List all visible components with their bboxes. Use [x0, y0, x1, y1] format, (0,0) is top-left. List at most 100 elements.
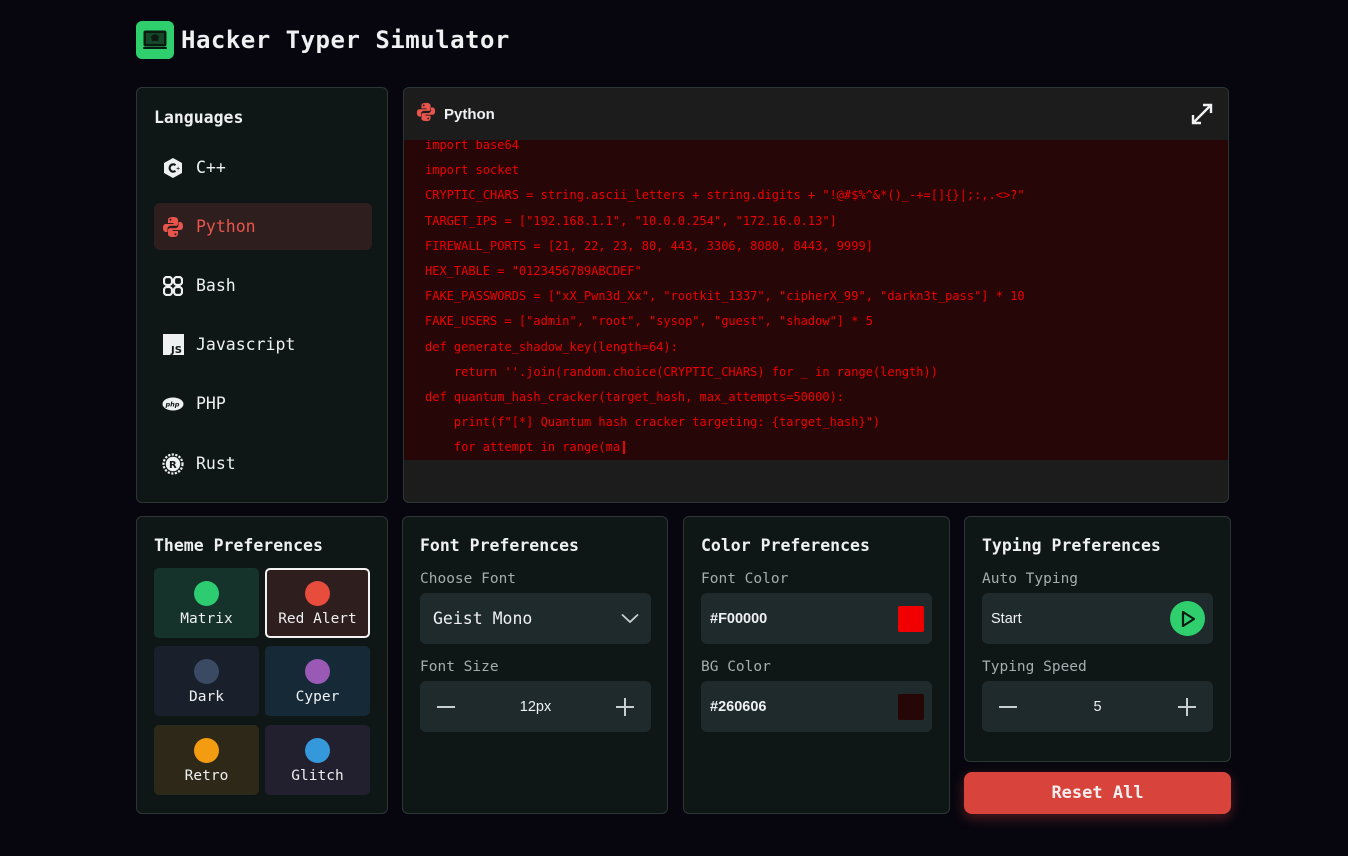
- code-line: import base64: [425, 140, 519, 152]
- code-line: print(f"[*] Quantum hash cracker targeti…: [425, 415, 881, 430]
- bg-color-swatch[interactable]: [898, 693, 924, 720]
- cpp-icon: +: [162, 157, 184, 179]
- theme-option-dark[interactable]: Dark: [154, 646, 259, 716]
- svg-text:R: R: [169, 460, 177, 471]
- code-editor-panel: Python import base64 import socket CRYPT…: [403, 87, 1229, 503]
- language-item-rust[interactable]: R Rust: [154, 440, 372, 487]
- svg-text:+: +: [176, 166, 180, 172]
- font-color-picker[interactable]: #F00000: [701, 593, 932, 644]
- editor-language-label: Python: [444, 105, 495, 123]
- language-label: PHP: [196, 394, 226, 413]
- text-cursor: [623, 441, 626, 455]
- language-label: Javascript: [196, 335, 296, 354]
- theme-option-glitch[interactable]: Glitch: [265, 725, 370, 795]
- auto-typing-status: Start: [991, 610, 1022, 627]
- language-item-javascript[interactable]: JS Javascript: [154, 321, 372, 368]
- terminal-logo-icon: [136, 21, 174, 59]
- code-line: FAKE_PASSWORDS = ["xX_Pwn3d_Xx", "rootki…: [425, 289, 1025, 304]
- theme-preferences-panel: Theme Preferences Matrix Red Alert Dark …: [136, 516, 388, 814]
- auto-typing-control: Start: [982, 593, 1213, 644]
- code-lines: import base64 import socket CRYPTIC_CHAR…: [425, 140, 1025, 460]
- bash-icon: [162, 275, 184, 297]
- language-label: C++: [196, 158, 226, 177]
- code-line: TARGET_IPS = ["192.168.1.1", "10.0.0.254…: [425, 213, 837, 228]
- theme-option-label: Retro: [184, 768, 229, 784]
- font-select-value: Geist Mono: [433, 609, 533, 628]
- app-title: Hacker Typer Simulator: [181, 26, 510, 54]
- theme-option-label: Glitch: [291, 768, 344, 784]
- theme-option-cyper[interactable]: Cyper: [265, 646, 370, 716]
- code-output[interactable]: import base64 import socket CRYPTIC_CHAR…: [404, 140, 1228, 460]
- theme-color-dot: [194, 659, 219, 684]
- language-label: Rust: [196, 454, 236, 473]
- play-icon[interactable]: [1170, 601, 1205, 636]
- typing-preferences-panel: Typing Preferences Auto Typing Start Typ…: [964, 516, 1231, 762]
- theme-color-dot: [305, 738, 330, 763]
- font-color-value: #F00000: [710, 610, 768, 627]
- python-icon: [162, 216, 184, 238]
- typing-speed-value: 5: [1093, 698, 1102, 715]
- font-size-label: Font Size: [420, 659, 499, 675]
- increase-font-size-button[interactable]: [599, 681, 651, 732]
- theme-color-dot: [194, 738, 219, 763]
- font-preferences-title: Font Preferences: [420, 536, 579, 555]
- font-size-stepper: 12px: [420, 681, 651, 732]
- svg-text:JS: JS: [170, 345, 182, 355]
- reset-all-button[interactable]: Reset All: [964, 772, 1231, 814]
- auto-typing-label: Auto Typing: [982, 571, 1079, 587]
- code-line: import socket: [425, 163, 519, 178]
- theme-option-label: Cyper: [295, 689, 340, 705]
- languages-title: Languages: [154, 108, 244, 127]
- theme-option-retro[interactable]: Retro: [154, 725, 259, 795]
- code-line: HEX_TABLE = "0123456789ABCDEF": [425, 263, 642, 278]
- theme-color-dot: [194, 581, 219, 606]
- code-line-current: for attempt in range(ma: [425, 435, 1025, 460]
- decrease-font-size-button[interactable]: [420, 681, 472, 732]
- language-label: Bash: [196, 276, 236, 295]
- fullscreen-expand-icon[interactable]: [1190, 102, 1214, 126]
- code-line: CRYPTIC_CHARS = string.ascii_letters + s…: [425, 188, 1025, 203]
- language-item-bash[interactable]: Bash: [154, 262, 372, 309]
- typing-preferences-title: Typing Preferences: [982, 536, 1161, 555]
- language-item-php[interactable]: php PHP: [154, 380, 372, 427]
- font-color-swatch[interactable]: [898, 605, 924, 632]
- language-label: Python: [196, 217, 256, 236]
- language-item-cpp[interactable]: + C++: [154, 144, 372, 191]
- code-line: FAKE_USERS = ["admin", "root", "sysop", …: [425, 314, 873, 329]
- color-preferences-title: Color Preferences: [701, 536, 870, 555]
- font-color-label: Font Color: [701, 571, 789, 587]
- typing-speed-label: Typing Speed: [982, 659, 1087, 675]
- editor-header: Python: [404, 88, 1228, 140]
- theme-option-matrix[interactable]: Matrix: [154, 568, 259, 638]
- app-header: Hacker Typer Simulator: [136, 21, 510, 59]
- typing-speed-stepper: 5: [982, 681, 1213, 732]
- theme-option-label: Dark: [189, 689, 224, 705]
- svg-text:php: php: [165, 400, 180, 408]
- font-select[interactable]: Geist Mono: [420, 593, 651, 644]
- increase-speed-button[interactable]: [1161, 681, 1213, 732]
- code-line: return ''.join(random.choice(CRYPTIC_CHA…: [425, 364, 938, 379]
- language-item-python[interactable]: Python: [154, 203, 372, 250]
- theme-option-label: Matrix: [180, 611, 233, 627]
- code-line: FIREWALL_PORTS = [21, 22, 23, 80, 443, 3…: [425, 238, 873, 253]
- theme-color-dot: [305, 581, 330, 606]
- code-line: def generate_shadow_key(length=64):: [425, 339, 678, 354]
- javascript-icon: JS: [162, 334, 184, 356]
- theme-color-dot: [305, 659, 330, 684]
- font-preferences-panel: Font Preferences Choose Font Geist Mono …: [402, 516, 668, 814]
- decrease-speed-button[interactable]: [982, 681, 1034, 732]
- rust-icon: R: [162, 452, 184, 475]
- choose-font-label: Choose Font: [420, 571, 517, 587]
- code-line-text: for attempt in range(ma: [425, 440, 621, 455]
- theme-option-label: Red Alert: [278, 611, 357, 627]
- php-icon: php: [162, 393, 184, 415]
- theme-option-red-alert[interactable]: Red Alert: [265, 568, 370, 638]
- bg-color-picker[interactable]: #260606: [701, 681, 932, 732]
- bg-color-label: BG Color: [701, 659, 771, 675]
- font-size-value: 12px: [519, 698, 552, 715]
- bg-color-value: #260606: [710, 698, 767, 715]
- python-icon: [416, 102, 436, 126]
- code-line: def quantum_hash_cracker(target_hash, ma…: [425, 389, 845, 404]
- color-preferences-panel: Color Preferences Font Color #F00000 BG …: [683, 516, 950, 814]
- theme-preferences-title: Theme Preferences: [154, 536, 323, 555]
